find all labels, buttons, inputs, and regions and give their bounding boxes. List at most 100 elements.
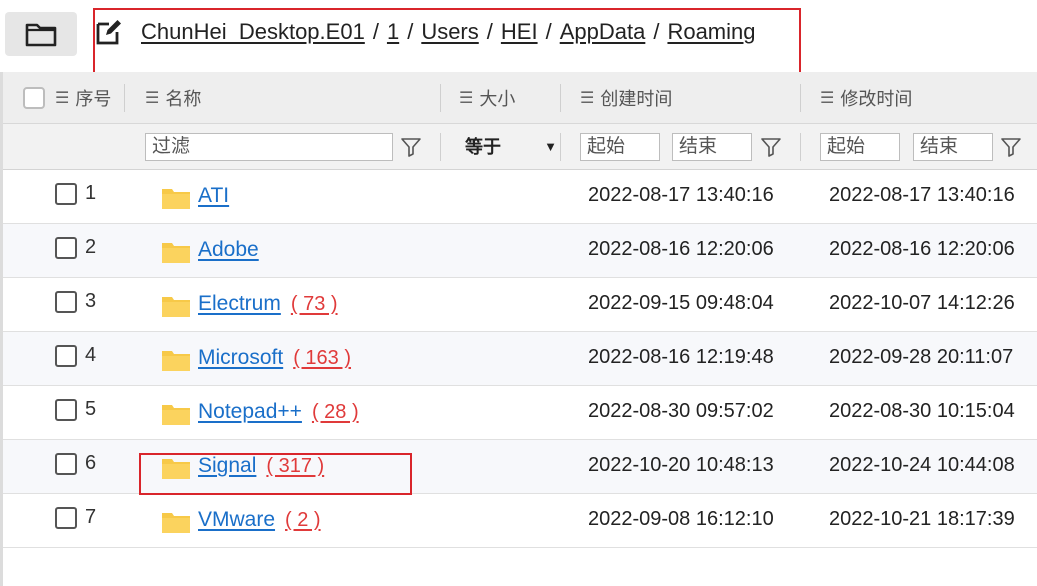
filter-icon[interactable] [759,135,783,159]
item-count[interactable]: ( 2 ) [285,509,321,531]
top-bar: ChunHei_Desktop.E01 / 1 / Users / HEI / AppData /… [0,0,1037,66]
list-icon: ☰ [145,90,160,107]
list-icon: ☰ [459,90,474,107]
row-index: 3 [85,290,97,312]
select-all-cell [23,72,45,124]
open-folder-button[interactable] [5,12,77,56]
column-divider[interactable] [800,84,801,112]
row-index: 5 [85,398,97,420]
table-row[interactable]: 2 Adobe 2022-08-16 12:20:06 2022-08-16 1… [3,224,1037,278]
column-label: 修改时间 [840,89,913,109]
column-label: 大小 [479,89,516,109]
column-label: 创建时间 [600,89,673,109]
breadcrumb-separator: / [372,19,379,44]
edit-icon[interactable] [95,18,123,46]
row-checkbox[interactable] [55,183,77,205]
column-header-size[interactable]: ☰ 大小 [459,72,515,124]
folder-icon [162,513,190,533]
row-checkbox[interactable] [55,507,77,529]
folder-icon [162,405,190,425]
list-icon: ☰ [580,90,595,107]
row-name-cell: Signal ( 317 ) [198,454,324,478]
created-end-input[interactable]: 结束 [672,133,752,161]
breadcrumb-item[interactable]: Roaming [667,19,755,44]
column-divider[interactable] [560,84,561,112]
column-label: 序号 [75,89,112,109]
name-filter-input[interactable]: 过滤 [145,133,393,161]
created-time: 2022-08-30 09:57:02 [588,400,774,422]
folder-icon [162,189,190,209]
column-header-name[interactable]: ☰ 名称 [145,72,201,124]
created-time: 2022-09-08 16:12:10 [588,508,774,530]
item-count[interactable]: ( 317 ) [266,455,324,477]
folder-link[interactable]: VMware [198,508,275,531]
folder-icon [162,459,190,479]
table-row[interactable]: 7 VMware ( 2 ) 2022-09-08 16:12:10 2022-1… [3,494,1037,548]
folder-link[interactable]: Electrum [198,292,281,315]
modified-end-input[interactable]: 结束 [913,133,993,161]
size-operator-value: 等于 [465,137,501,157]
breadcrumb-item[interactable]: AppData [560,19,646,44]
table-row[interactable]: 1 ATI 2022-08-17 13:40:16 2022-08-17 13:… [3,170,1037,224]
breadcrumb-item[interactable]: HEI [501,19,538,44]
row-checkbox[interactable] [55,399,77,421]
column-divider [440,133,441,161]
select-all-checkbox[interactable] [23,87,45,109]
column-divider [560,133,561,161]
row-checkbox[interactable] [55,237,77,259]
created-time: 2022-08-16 12:20:06 [588,238,774,260]
folder-icon [162,297,190,317]
column-divider[interactable] [124,84,125,112]
item-count[interactable]: ( 73 ) [291,293,338,315]
row-index: 4 [85,344,97,366]
row-index: 1 [85,182,97,204]
filter-icon[interactable] [399,135,423,159]
table-row[interactable]: 3 Electrum ( 73 ) 2022-09-15 09:48:04 202… [3,278,1037,332]
column-divider [800,133,801,161]
column-divider[interactable] [440,84,441,112]
folder-link[interactable]: Notepad++ [198,400,302,423]
created-time: 2022-08-17 13:40:16 [588,184,774,206]
modified-time: 2022-09-28 20:11:07 [829,346,1014,368]
table-row[interactable]: 5 Notepad++ ( 28 ) 2022-08-30 09:57:02 20… [3,386,1037,440]
column-header-created[interactable]: ☰ 创建时间 [580,72,672,124]
item-count[interactable]: ( 28 ) [312,401,359,423]
file-table: ☰ 序号 ☰ 名称 ☰ 大小 ☰ 创建时间 ☰ 修改时间 过滤 等于 ▼ 起始 结束 [0,72,1037,586]
created-start-input[interactable]: 起始 [580,133,660,161]
folder-link[interactable]: Adobe [198,238,259,261]
breadcrumb-item[interactable]: Users [421,19,478,44]
modified-time: 2022-08-30 10:15:04 [829,400,1015,422]
folder-link[interactable]: Microsoft [198,346,283,369]
modified-time: 2022-10-24 10:44:08 [829,454,1015,476]
table-row[interactable]: 4 Microsoft ( 163 ) 2022-08-16 12:19:48 2… [3,332,1037,386]
dropdown-arrow-icon: ▼ [544,139,557,154]
modified-time: 2022-10-21 18:17:39 [829,508,1015,530]
breadcrumb-item[interactable]: ChunHei_Desktop.E01 [141,19,365,44]
folder-icon [162,243,190,263]
table-row[interactable]: 6 Signal ( 317 ) 2022-10-20 10:48:13 2022… [3,440,1037,494]
modified-start-input[interactable]: 起始 [820,133,900,161]
modified-time: 2022-08-17 13:40:16 [829,184,1015,206]
folder-icon [25,23,57,47]
row-checkbox[interactable] [55,291,77,313]
column-header-index[interactable]: ☰ 序号 [55,72,111,124]
breadcrumb-item[interactable]: 1 [387,19,399,44]
modified-time: 2022-08-16 12:20:06 [829,238,1015,260]
folder-link[interactable]: ATI [198,184,229,207]
modified-time: 2022-10-07 14:12:26 [829,292,1015,314]
row-name-cell: Electrum ( 73 ) [198,292,338,316]
filter-icon[interactable] [999,135,1023,159]
filter-row: 过滤 等于 ▼ 起始 结束 起始 结束 [3,124,1037,170]
column-header-modified[interactable]: ☰ 修改时间 [820,72,912,124]
list-icon: ☰ [820,90,835,107]
folder-link[interactable]: Signal [198,454,256,477]
item-count[interactable]: ( 163 ) [293,347,351,369]
created-time: 2022-08-16 12:19:48 [588,346,774,368]
row-checkbox[interactable] [55,345,77,367]
row-name-cell: ATI [198,184,239,208]
row-name-cell: Adobe [198,238,269,262]
row-checkbox[interactable] [55,453,77,475]
size-operator-select[interactable]: 等于 ▼ [465,133,561,161]
created-time: 2022-09-15 09:48:04 [588,292,774,314]
row-name-cell: Notepad++ ( 28 ) [198,400,359,424]
